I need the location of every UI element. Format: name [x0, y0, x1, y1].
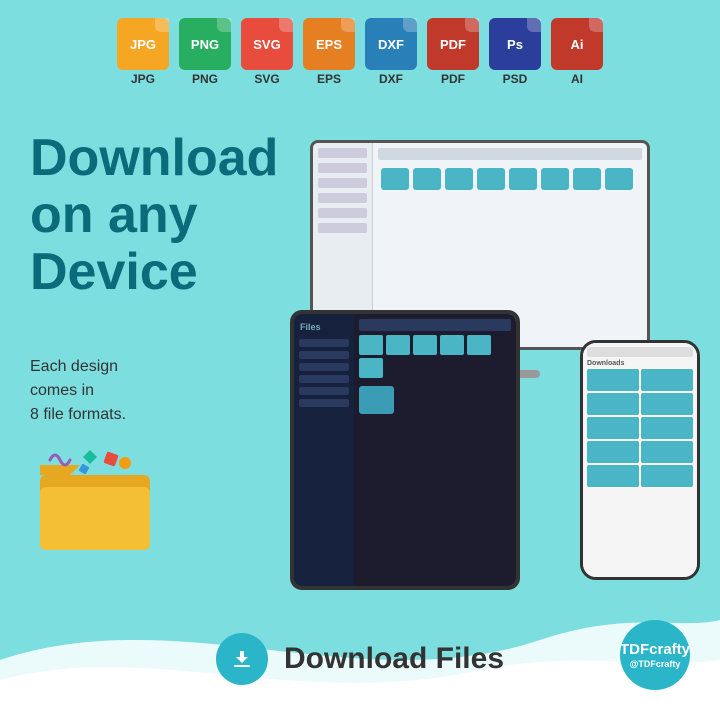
file-icon-svg: SVG SVG	[241, 18, 293, 86]
heading-line3: Device	[30, 244, 278, 301]
monitor-folder	[541, 168, 569, 190]
monitor-folder	[445, 168, 473, 190]
file-icon-png: PNG PNG	[179, 18, 231, 86]
phone-folder	[641, 369, 693, 391]
phone-folder-grid	[587, 369, 693, 487]
monitor-folder	[509, 168, 537, 190]
jpg-icon-graphic: JPG	[117, 18, 169, 70]
monitor-folder	[605, 168, 633, 190]
file-icon-psd: Ps PSD	[489, 18, 541, 86]
jpg-icon-label: JPG	[130, 37, 156, 52]
monitor-folder	[381, 168, 409, 190]
monitor-sidebar-item	[318, 208, 367, 218]
monitor-sidebar-item	[318, 148, 367, 158]
phone-topbar	[587, 347, 693, 357]
tablet-sidebar-item	[299, 351, 349, 359]
monitor-folder	[413, 168, 441, 190]
monitor-folder	[477, 168, 505, 190]
file-formats-row: JPG JPG PNG PNG SVG SVG EPS EPS	[117, 18, 603, 86]
sub-text: Each designcomes in8 file formats.	[30, 355, 126, 427]
eps-text-label: EPS	[317, 72, 341, 86]
phone-folder	[587, 393, 639, 415]
tablet-folder	[359, 358, 383, 378]
tablet-sidebar-item	[299, 387, 349, 395]
tablet-main	[354, 314, 516, 586]
pdf-icon-label: PDF	[440, 37, 466, 52]
monitor-sidebar-item	[318, 178, 367, 188]
sub-text-content: Each designcomes in8 file formats.	[30, 358, 126, 423]
monitor-sidebar-item	[318, 193, 367, 203]
file-icon-dxf: DXF DXF	[365, 18, 417, 86]
tablet-topbar	[359, 319, 511, 331]
tablet-folders	[359, 335, 511, 378]
brand-handle: @TDFcrafty	[630, 659, 681, 670]
phone-folder	[587, 465, 639, 487]
download-section[interactable]: Download Files	[216, 633, 504, 685]
tablet-folder	[440, 335, 464, 355]
tablet-folder	[359, 335, 383, 355]
monitor-folder	[573, 168, 601, 190]
phone-screen: Downloads	[583, 343, 697, 577]
tablet-sidebar-item	[299, 363, 349, 371]
phone-folder	[641, 465, 693, 487]
jpg-text-label: JPG	[131, 72, 155, 86]
eps-icon-label: EPS	[316, 37, 342, 52]
phone-folder	[641, 441, 693, 463]
ai-text-label: AI	[571, 72, 583, 86]
tablet-sidebar-item	[299, 339, 349, 347]
file-icon-jpg: JPG JPG	[117, 18, 169, 86]
psd-icon-label: Ps	[507, 37, 523, 52]
folder-3d-illustration	[30, 445, 170, 565]
tablet-screen: Files	[294, 314, 516, 586]
phone-folder	[587, 369, 639, 391]
phone-folder	[641, 393, 693, 415]
file-icon-eps: EPS EPS	[303, 18, 355, 86]
dxf-text-label: DXF	[379, 72, 403, 86]
main-heading: Download on any Device	[30, 130, 278, 302]
phone-mockup: Downloads	[580, 340, 700, 580]
psd-text-label: PSD	[503, 72, 528, 86]
tablet-sidebar-item	[299, 399, 349, 407]
heading-line1: Download	[30, 130, 278, 187]
ai-icon-label: Ai	[571, 37, 584, 52]
ai-icon-graphic: Ai	[551, 18, 603, 70]
tablet-folder-large	[359, 386, 394, 414]
png-text-label: PNG	[192, 72, 218, 86]
download-files-label: Download Files	[284, 642, 504, 676]
monitor-toolbar	[378, 148, 642, 160]
png-icon-graphic: PNG	[179, 18, 231, 70]
svg-icon-label: SVG	[253, 37, 280, 52]
phone-folder	[641, 417, 693, 439]
background: JPG JPG PNG PNG SVG SVG EPS EPS	[0, 0, 720, 720]
file-icon-ai: Ai AI	[551, 18, 603, 86]
tablet-folder	[413, 335, 437, 355]
tablet-sidebar: Files	[294, 314, 354, 586]
devices-container: Files	[290, 140, 710, 580]
brand-name: TDFcrafty	[620, 641, 690, 659]
brand-badge: TDFcrafty @TDFcrafty	[620, 620, 690, 690]
psd-icon-graphic: Ps	[489, 18, 541, 70]
monitor-folders	[378, 165, 642, 193]
pdf-icon-graphic: PDF	[427, 18, 479, 70]
heading-line2: on any	[30, 187, 278, 244]
download-icon-circle[interactable]	[216, 633, 268, 685]
tablet-folder	[386, 335, 410, 355]
monitor-sidebar-item	[318, 163, 367, 173]
phone-folder	[587, 417, 639, 439]
file-icon-pdf: PDF PDF	[427, 18, 479, 86]
eps-icon-graphic: EPS	[303, 18, 355, 70]
png-icon-label: PNG	[191, 37, 219, 52]
dxf-icon-graphic: DXF	[365, 18, 417, 70]
pdf-text-label: PDF	[441, 72, 465, 86]
dxf-icon-label: DXF	[378, 37, 404, 52]
phone-folder	[587, 441, 639, 463]
svg-icon-graphic: SVG	[241, 18, 293, 70]
monitor-sidebar-item	[318, 223, 367, 233]
tablet-sidebar-item	[299, 375, 349, 383]
tablet-mockup: Files	[290, 310, 520, 590]
tablet-folder	[467, 335, 491, 355]
svg-text-label: SVG	[254, 72, 279, 86]
